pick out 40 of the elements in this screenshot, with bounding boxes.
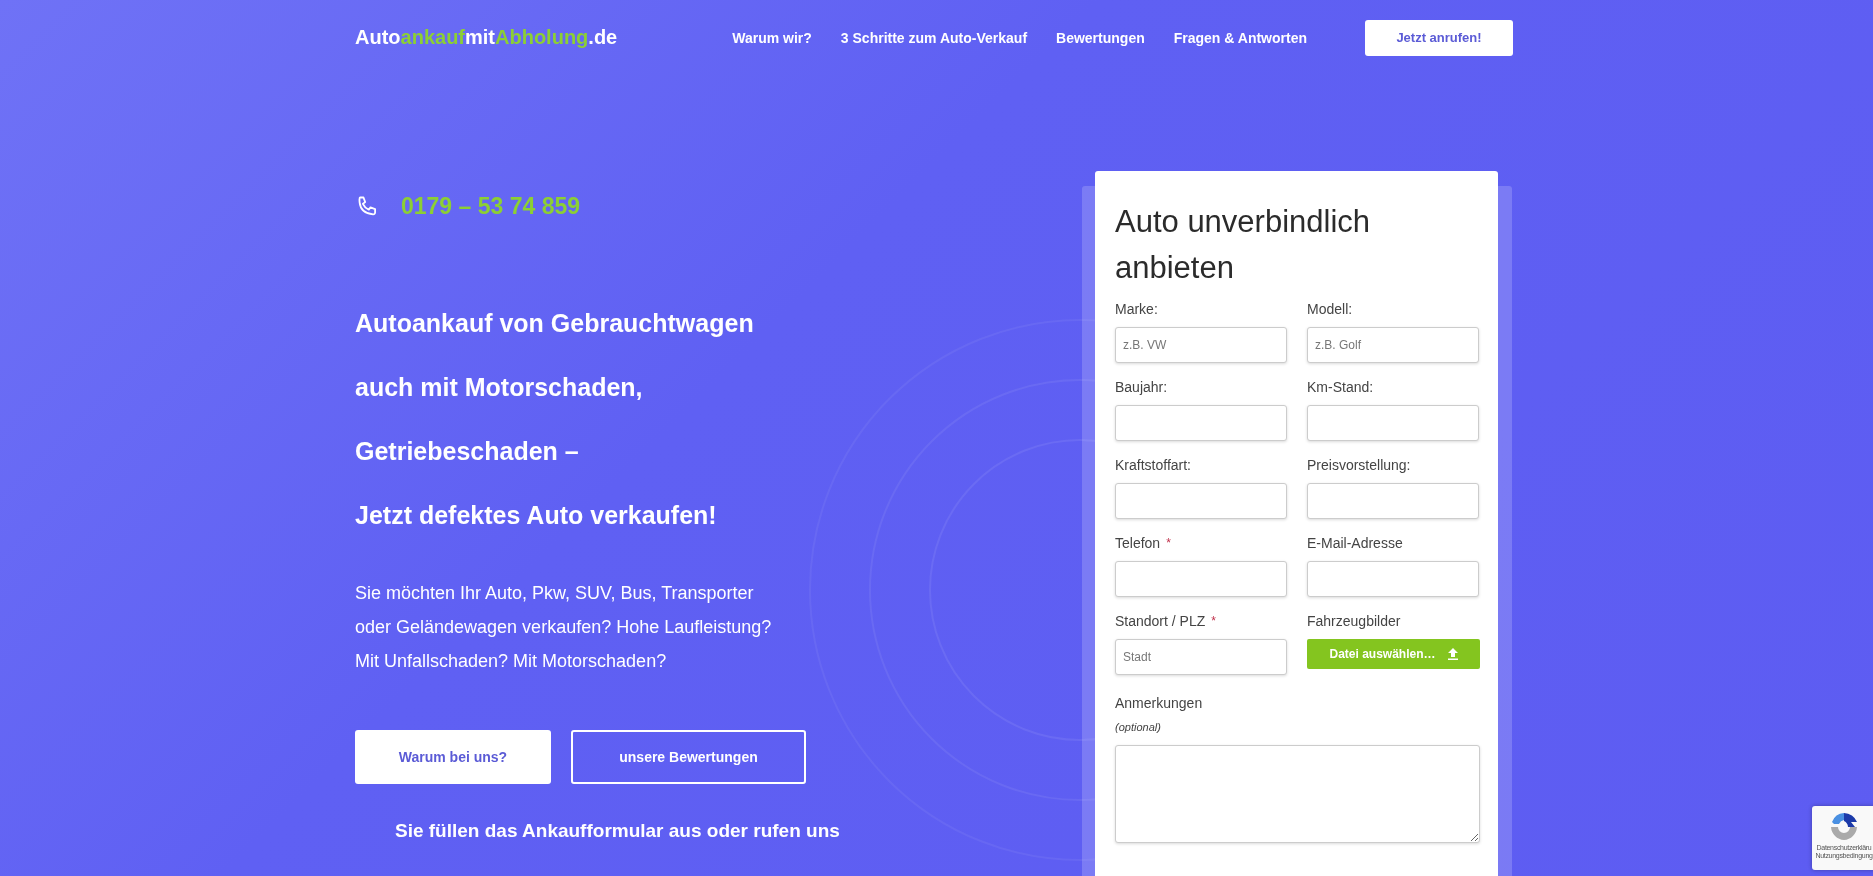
headline: auch mit Motorschaden, <box>355 372 644 403</box>
hero-button[interactable]: unsere Bewertungen <box>571 730 806 784</box>
site-logo[interactable]: AutoankaufmitAbholung.de <box>355 26 618 49</box>
notes-field[interactable] <box>1115 745 1480 843</box>
field-label: Anmerkungen <box>1115 695 1204 711</box>
field-label: E-Mail-Adresse <box>1307 535 1403 551</box>
input-field[interactable] <box>1307 561 1479 597</box>
field-label: Km-Stand: <box>1307 379 1374 395</box>
field-label: Standort / PLZ <box>1115 613 1206 629</box>
headline: Autoankauf von Gebrauchtwagen <box>355 308 755 339</box>
step-text: Sie füllen das Ankaufformular aus oder rufen uns <box>395 820 841 842</box>
upload-icon <box>1447 648 1458 660</box>
intro-text: Sie möchten Ihr Auto, Pkw, SUV, Bus, Transporter oder Geländewagen verkaufen? Hohe Laufleistung? Mit Unfallschaden? Mit Motorschaden? <box>355 582 773 673</box>
field-label: Fahrzeugbilder <box>1307 613 1401 629</box>
input-field[interactable] <box>1115 483 1287 519</box>
field-label: Preisvorstellung: <box>1307 457 1411 473</box>
required-mark: * <box>1166 536 1171 550</box>
hero-button[interactable]: Warum bei uns? <box>355 730 551 784</box>
field-label: Baujahr: <box>1115 379 1168 395</box>
field-label: Marke: <box>1115 301 1158 317</box>
nav-link[interactable]: Fragen & Antworten <box>1173 29 1307 46</box>
field-label: Kraftstoffart: <box>1115 457 1191 473</box>
hint-text: (optional) <box>1115 721 1162 733</box>
field-label: Modell: <box>1307 301 1353 317</box>
input-field[interactable] <box>1307 483 1479 519</box>
input-field[interactable]: z.B. VW <box>1115 327 1287 363</box>
nav-link[interactable]: 3 Schritte zum Auto-Verkauf <box>840 29 1028 46</box>
required-mark: * <box>1211 614 1216 628</box>
input-field[interactable] <box>1115 561 1287 597</box>
call-button[interactable]: Jetzt anrufen! <box>1365 19 1513 56</box>
headline: Getriebeschaden – <box>355 436 580 467</box>
input-field[interactable] <box>1307 405 1479 441</box>
input-field[interactable] <box>1115 405 1287 441</box>
nav-link[interactable]: Warum wir? <box>732 29 812 46</box>
headline: Jetzt defektes Auto verkaufen! <box>355 500 718 531</box>
nav-link[interactable]: Bewertungen <box>1056 29 1145 46</box>
input-field[interactable]: Stadt <box>1115 639 1287 675</box>
form-title: Auto unverbindlich anbieten <box>1115 203 1372 287</box>
input-field[interactable]: z.B. Golf <box>1307 327 1479 363</box>
field-label: Telefon <box>1115 535 1161 551</box>
